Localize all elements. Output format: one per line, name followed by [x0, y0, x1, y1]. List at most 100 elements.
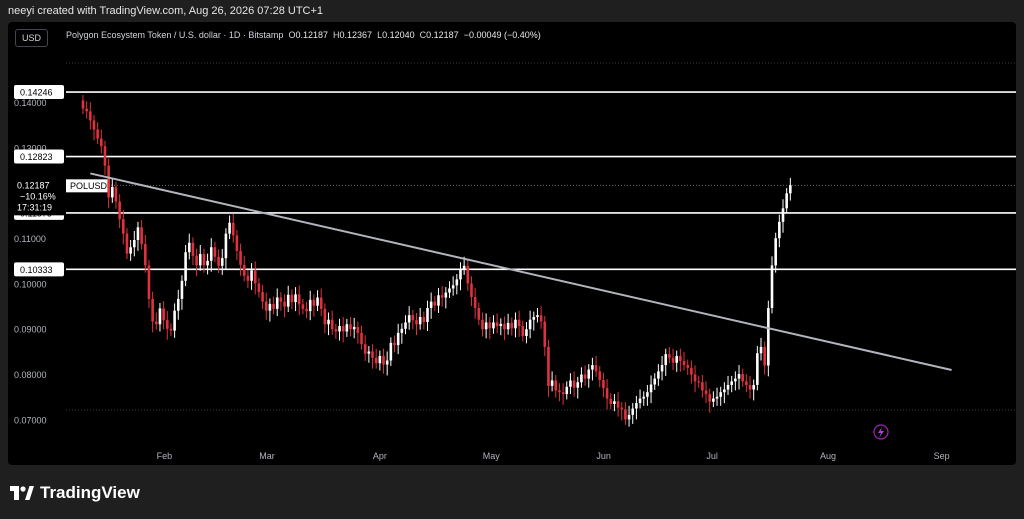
candle-body [345, 324, 349, 332]
time-tick-label: May [483, 451, 501, 461]
candle-body [242, 264, 246, 276]
candle-body [745, 381, 748, 385]
candle-body [528, 319, 532, 330]
candle-body [257, 283, 261, 293]
candle-body [301, 304, 305, 309]
level-label: 0.12823 [20, 152, 53, 162]
candle-body [305, 308, 308, 312]
candle-body [422, 317, 426, 322]
candle-body [785, 193, 788, 209]
candle-body [763, 346, 766, 366]
candle-body [767, 307, 770, 366]
candle-body [140, 227, 143, 245]
candle-body [679, 355, 682, 361]
candle-body [781, 208, 785, 222]
candle-body [184, 252, 187, 281]
current-price-countdown: 17:31:19 [17, 202, 52, 212]
candle-body [81, 100, 85, 109]
candle-body [415, 320, 418, 325]
candle-body [151, 298, 154, 322]
candle-body [572, 380, 576, 388]
candle-body [111, 187, 114, 198]
level-label: 0.14246 [20, 88, 53, 98]
candle-body [444, 292, 448, 298]
candle-body [521, 326, 525, 337]
candle-body [730, 381, 733, 385]
low-value: 0.12040 [382, 30, 415, 40]
candle-body [283, 301, 286, 307]
candle-body [594, 365, 598, 372]
candle-body [631, 408, 635, 415]
candle-body [697, 381, 701, 383]
candle-body [235, 235, 239, 251]
candle-body [103, 146, 107, 166]
candle-body [620, 407, 624, 410]
candle-body [349, 324, 352, 330]
candle-body [712, 398, 715, 402]
candle-body [653, 378, 657, 385]
currency-button[interactable]: USD [15, 29, 49, 47]
candle-body [558, 390, 561, 393]
price-tick-label: 0.11000 [14, 234, 46, 244]
candle-body [202, 254, 206, 266]
candle-body [363, 344, 367, 354]
candle-body [675, 355, 679, 363]
candle-body [407, 315, 411, 323]
change-value: −0.00049 (−0.40%) [463, 30, 541, 40]
candle-body [158, 308, 162, 325]
candle-body [338, 326, 341, 332]
candle-body [627, 414, 631, 420]
candle-body [327, 319, 330, 325]
candle-body [114, 187, 118, 202]
candle-body [624, 409, 627, 420]
candle-body [440, 295, 444, 298]
candle-body [206, 260, 209, 266]
candle-body [195, 255, 198, 266]
chart-panel[interactable]: 0.140000.130000.120000.110000.100000.090… [8, 22, 1016, 465]
candle-body [591, 365, 594, 370]
candle-body [613, 401, 616, 404]
candle-body [264, 301, 268, 311]
candle-body [176, 298, 180, 311]
candle-body [279, 297, 283, 302]
candle-body [473, 297, 477, 308]
candlestick-chart[interactable]: 0.140000.130000.120000.110000.100000.090… [8, 22, 1016, 465]
candle-body [726, 384, 730, 390]
candle-body [393, 342, 396, 346]
candle-body [525, 329, 528, 337]
candle-body [536, 315, 539, 318]
candle-body [147, 265, 151, 299]
candle-body [323, 308, 327, 325]
candle-body [774, 238, 777, 266]
candle-body [503, 323, 506, 330]
candle-body [356, 326, 360, 333]
candle-body [649, 384, 653, 393]
candle-body [646, 392, 649, 397]
candle-body [198, 254, 202, 266]
price-tick-label: 0.09000 [14, 325, 47, 335]
candle-body [437, 295, 440, 306]
candle-body [418, 317, 422, 325]
price-tick-label: 0.08000 [14, 370, 47, 380]
close-value: 0.12187 [426, 30, 459, 40]
candle-body [297, 294, 301, 305]
candle-body [459, 269, 462, 280]
candle-body [122, 219, 125, 234]
candle-body [213, 247, 217, 257]
candle-body [737, 374, 741, 379]
candle-body [250, 270, 253, 281]
candle-body [217, 256, 220, 266]
candle-body [125, 233, 129, 254]
tradingview-logo[interactable]: TradingView [10, 483, 140, 503]
candle-body [396, 332, 400, 346]
candle-body [319, 297, 323, 309]
candle-body [261, 292, 264, 302]
candle-body [532, 317, 536, 320]
candle-body [143, 244, 147, 266]
candle-body [690, 367, 693, 375]
candle-body [484, 322, 488, 330]
candle-body [136, 227, 140, 241]
candle-body [224, 233, 228, 259]
candle-body [371, 351, 374, 358]
candle-body [132, 240, 136, 248]
